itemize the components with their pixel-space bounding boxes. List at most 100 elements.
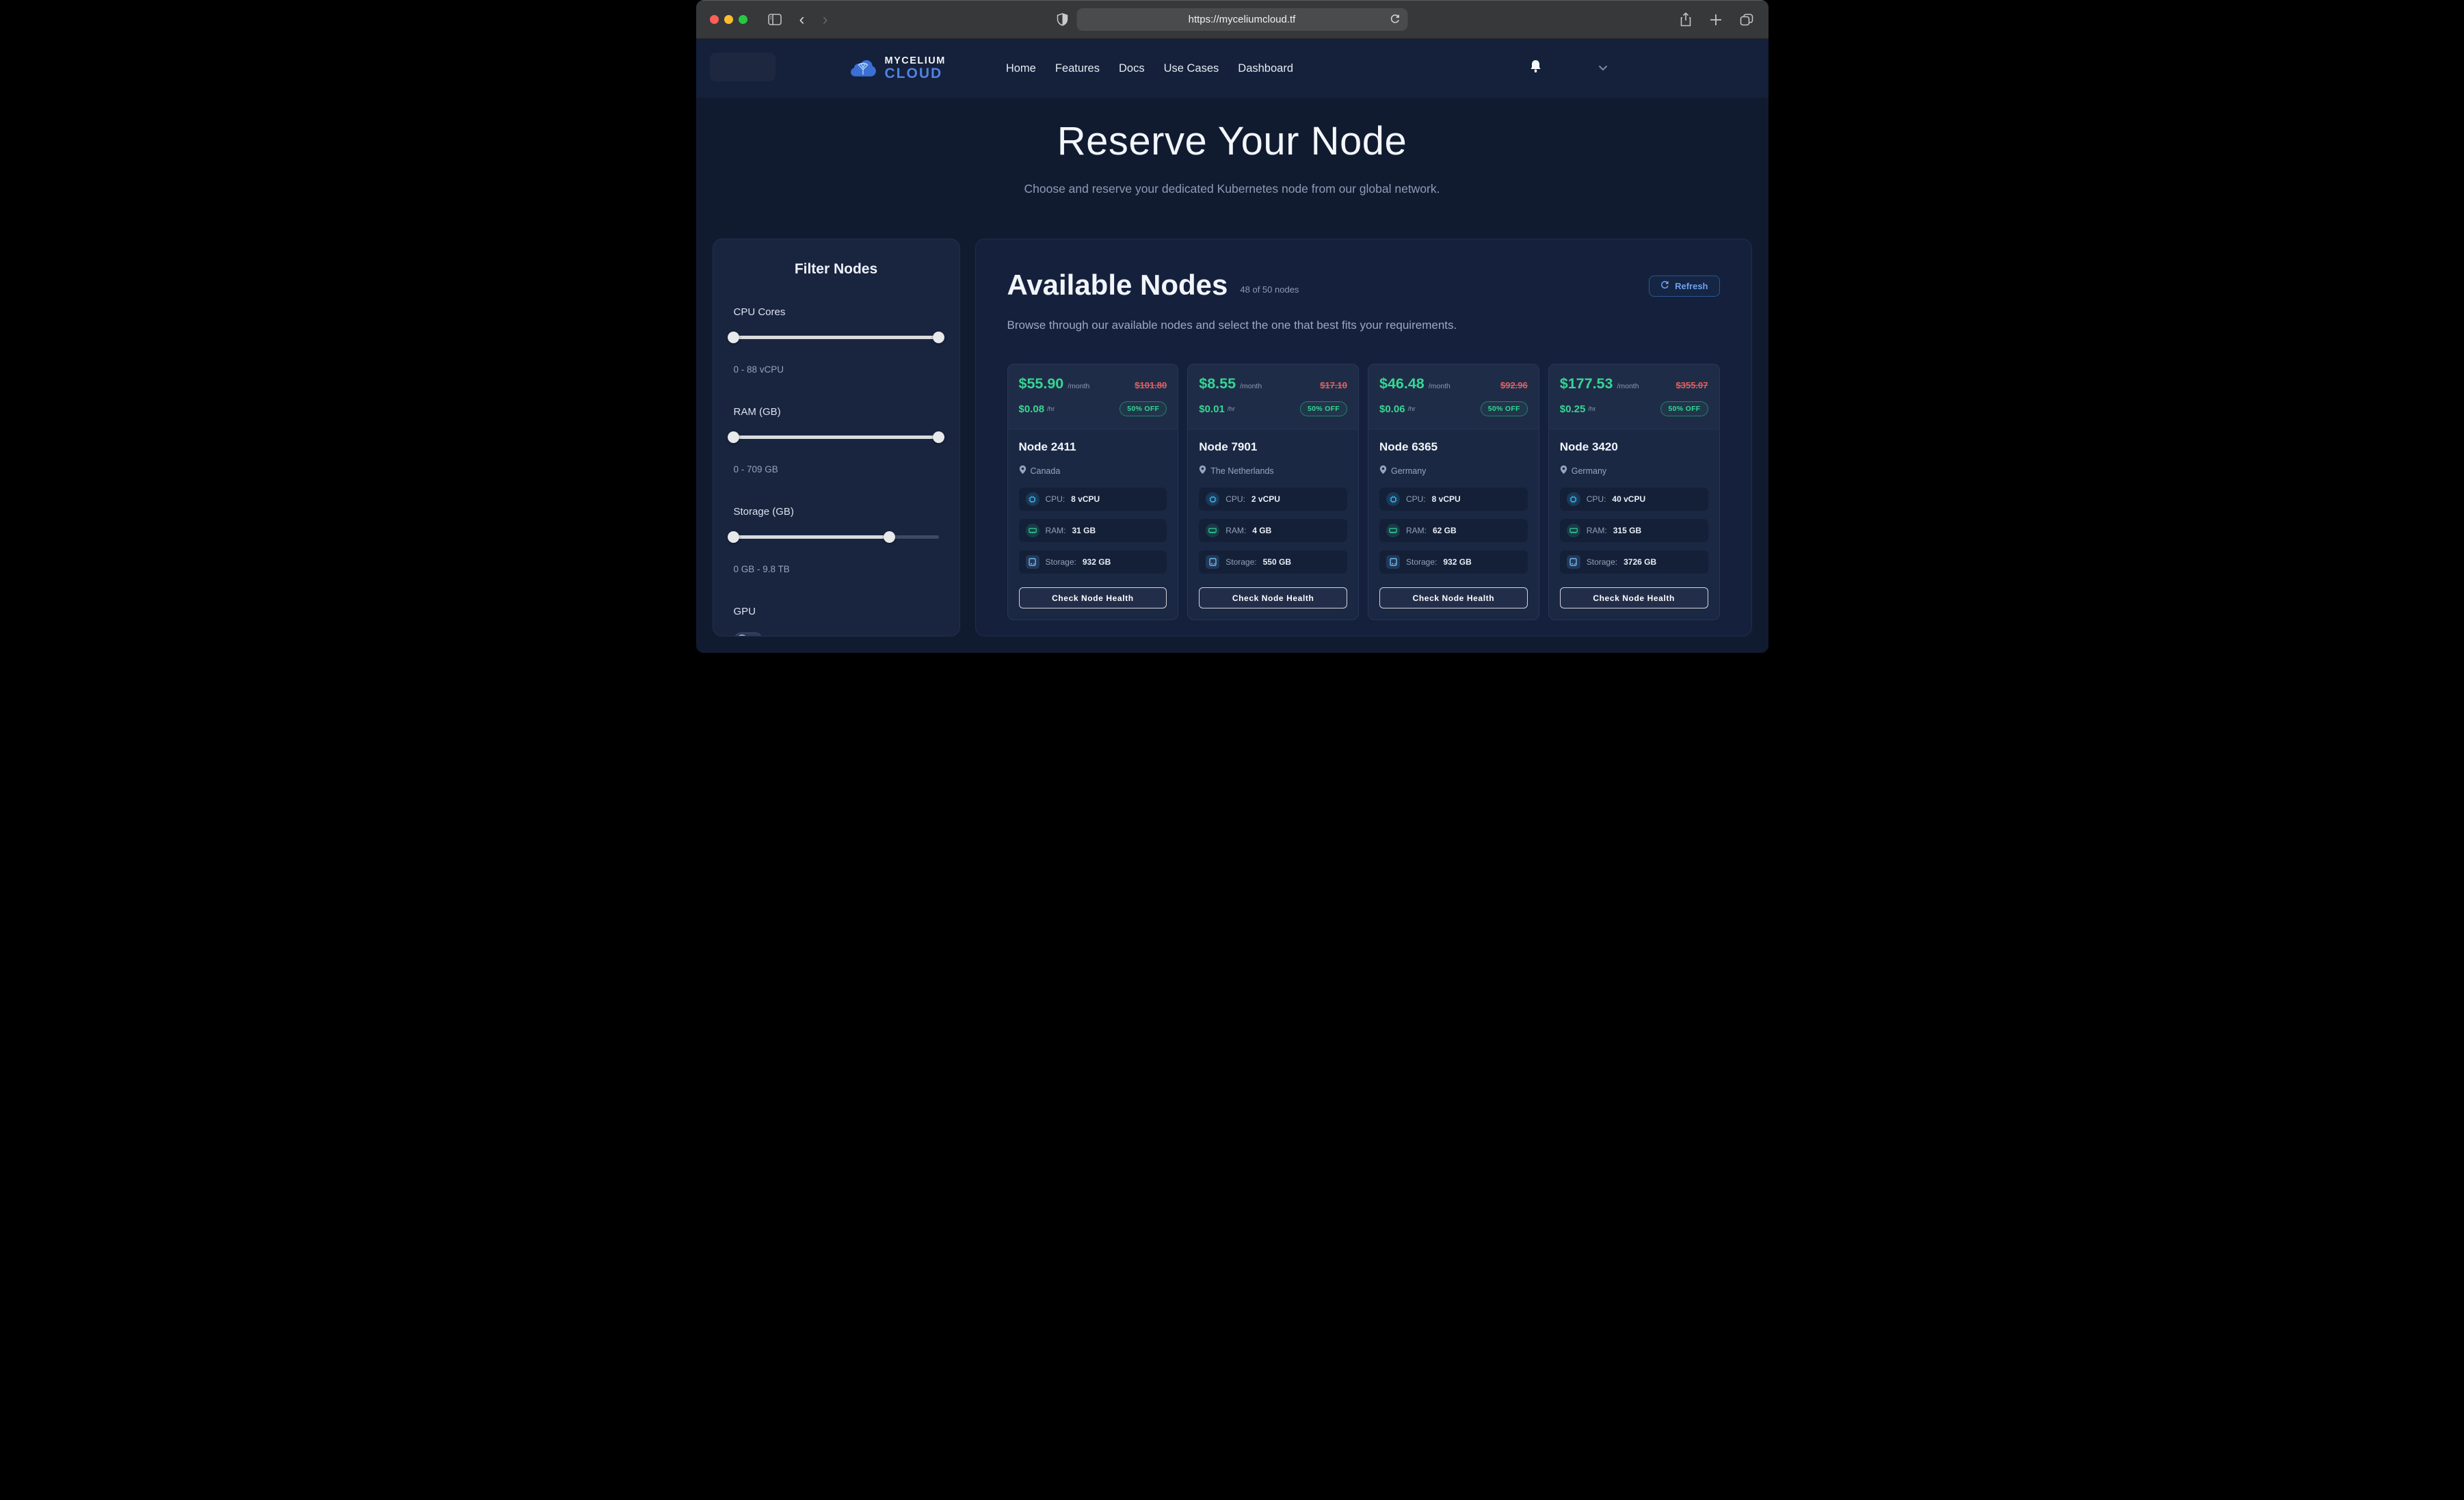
filter-range-text: 0 - 709 GB <box>734 464 939 474</box>
monthly-price: $55.90 <box>1019 375 1064 392</box>
section-title: Available Nodes <box>1007 269 1228 301</box>
range-slider[interactable] <box>734 531 939 544</box>
node-card-body: Node 7901 The Netherlands CPU: 2 vCPU <box>1188 429 1358 619</box>
range-slider[interactable] <box>734 332 939 344</box>
notifications-bell-icon[interactable] <box>1529 59 1542 77</box>
ram-label: RAM: <box>1406 526 1427 535</box>
share-icon[interactable] <box>1680 12 1692 27</box>
nav-link-docs[interactable]: Docs <box>1119 62 1145 75</box>
ram-icon <box>1206 524 1219 537</box>
node-name: Node 3420 <box>1560 440 1708 454</box>
browser-window: ‹ › https://myceliumcloud.tf <box>696 0 1768 653</box>
privacy-shield-icon[interactable] <box>1057 13 1068 26</box>
original-price-strikethrough: $355.07 <box>1676 380 1708 390</box>
ram-spec-row: RAM: 4 GB <box>1199 519 1347 542</box>
nav-link-home[interactable]: Home <box>1006 62 1036 75</box>
forward-button-icon[interactable]: › <box>823 10 828 29</box>
cpu-spec-row: CPU: 8 vCPU <box>1019 487 1167 511</box>
ram-value: 4 GB <box>1252 526 1271 535</box>
storage-label: Storage: <box>1587 557 1617 567</box>
storage-value: 3726 GB <box>1624 557 1656 567</box>
filter-panel-title: Filter Nodes <box>734 261 939 278</box>
ram-spec-row: RAM: 315 GB <box>1560 519 1708 542</box>
filter-group: CPU Cores 0 - 88 vCPU <box>734 306 939 375</box>
back-button-icon[interactable]: ‹ <box>799 10 805 29</box>
monthly-price: $8.55 <box>1199 375 1236 392</box>
refresh-button[interactable]: Refresh <box>1649 276 1719 297</box>
node-card-body: Node 3420 Germany CPU: 40 vCPU <box>1549 429 1719 619</box>
filter-group: Storage (GB) 0 GB - 9.8 TB <box>734 506 939 574</box>
storage-icon <box>1206 555 1219 569</box>
gpu-filter-label: GPU <box>734 606 939 617</box>
range-slider[interactable] <box>734 431 939 444</box>
node-card: $177.53 /month $355.07 $0.25 /hr 50% OFF… <box>1548 364 1720 620</box>
storage-spec-row: Storage: 550 GB <box>1199 550 1347 574</box>
slider-handle-min[interactable] <box>728 531 739 543</box>
node-card-header: $177.53 /month $355.07 $0.25 /hr 50% OFF <box>1549 364 1719 429</box>
ram-value: 31 GB <box>1072 526 1096 535</box>
address-bar[interactable]: https://myceliumcloud.tf <box>1076 8 1407 31</box>
per-hour-label: /hr <box>1228 405 1235 413</box>
check-node-health-button[interactable]: Check Node Health <box>1379 587 1528 608</box>
cpu-icon <box>1026 492 1039 506</box>
check-node-health-button[interactable]: Check Node Health <box>1019 587 1167 608</box>
reload-page-icon[interactable] <box>1390 14 1400 25</box>
cpu-spec-row: CPU: 2 vCPU <box>1199 487 1347 511</box>
storage-label: Storage: <box>1226 557 1256 567</box>
new-tab-icon[interactable] <box>1710 14 1722 26</box>
nav-placeholder-block <box>710 53 776 81</box>
slider-handle-min[interactable] <box>728 332 739 343</box>
original-price-strikethrough: $92.96 <box>1500 380 1528 390</box>
content-area: Filter Nodes CPU Cores 0 - 88 vCPU RAM (… <box>696 239 1768 637</box>
node-location: The Netherlands <box>1210 466 1273 476</box>
per-month-label: /month <box>1429 382 1450 390</box>
node-card-header: $46.48 /month $92.96 $0.06 /hr 50% OFF <box>1368 364 1539 429</box>
account-chevron-down-icon[interactable] <box>1598 62 1608 75</box>
minimize-window-button[interactable] <box>724 15 733 24</box>
per-hour-label: /hr <box>1408 405 1416 413</box>
gpu-toggle-knob <box>737 634 747 637</box>
page-subtitle: Choose and reserve your dedicated Kubern… <box>696 182 1768 196</box>
filter-group-gpu: GPU <box>734 606 939 637</box>
cloud-logo-icon <box>848 56 878 81</box>
nav-link-dashboard[interactable]: Dashboard <box>1238 62 1293 75</box>
per-month-label: /month <box>1617 382 1639 390</box>
check-node-health-button[interactable]: Check Node Health <box>1560 587 1708 608</box>
url-text: https://myceliumcloud.tf <box>1189 14 1296 25</box>
ram-value: 315 GB <box>1613 526 1641 535</box>
gpu-toggle[interactable] <box>734 632 763 637</box>
slider-handle-max[interactable] <box>933 332 944 343</box>
ram-label: RAM: <box>1046 526 1066 535</box>
per-month-label: /month <box>1240 382 1262 390</box>
slider-handle-max[interactable] <box>884 531 895 543</box>
storage-label: Storage: <box>1406 557 1437 567</box>
slider-fill <box>734 436 939 439</box>
node-name: Node 7901 <box>1199 440 1347 454</box>
nav-link-use-cases[interactable]: Use Cases <box>1164 62 1219 75</box>
hourly-price: $0.25 <box>1560 403 1586 415</box>
ram-icon <box>1026 524 1039 537</box>
filter-group: RAM (GB) 0 - 709 GB <box>734 406 939 474</box>
location-pin-icon <box>1379 465 1387 477</box>
tab-overview-icon[interactable] <box>1740 14 1753 26</box>
per-hour-label: /hr <box>1588 405 1595 413</box>
filter-range-text: 0 GB - 9.8 TB <box>734 564 939 574</box>
discount-badge: 50% OFF <box>1120 401 1167 416</box>
close-window-button[interactable] <box>710 15 719 24</box>
slider-handle-max[interactable] <box>933 431 944 443</box>
storage-spec-row: Storage: 3726 GB <box>1560 550 1708 574</box>
nav-link-features[interactable]: Features <box>1055 62 1100 75</box>
slider-handle-min[interactable] <box>728 431 739 443</box>
node-card-header: $55.90 /month $101.80 $0.08 /hr 50% OFF <box>1008 364 1178 429</box>
storage-icon <box>1567 555 1580 569</box>
ram-icon <box>1567 524 1580 537</box>
zoom-window-button[interactable] <box>739 15 747 24</box>
cpu-value: 8 vCPU <box>1432 494 1461 504</box>
original-price-strikethrough: $17.10 <box>1320 380 1347 390</box>
check-node-health-button[interactable]: Check Node Health <box>1199 587 1347 608</box>
brand-line1: MYCELIUM <box>885 56 946 66</box>
sidebar-toggle-icon[interactable] <box>768 14 782 25</box>
filter-label: Storage (GB) <box>734 506 939 518</box>
brand-logo[interactable]: MYCELIUM CLOUD <box>848 56 946 81</box>
original-price-strikethrough: $101.80 <box>1135 380 1167 390</box>
